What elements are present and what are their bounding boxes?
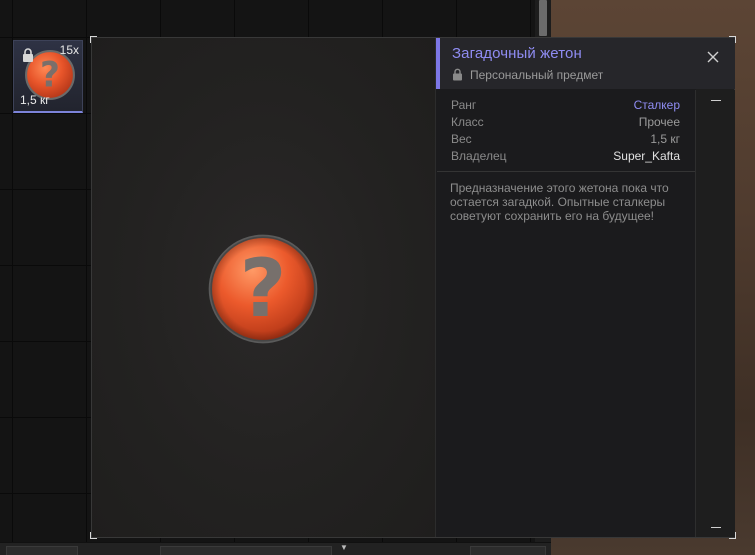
item-details-panel: Загадочный жетон Персональный предмет Ра… <box>435 38 735 537</box>
stat-row-class: Класс Прочее <box>448 115 686 132</box>
item-stats: Ранг Сталкер Класс Прочее Вес 1,5 кг Вла… <box>448 98 686 166</box>
stat-label: Владелец <box>451 149 507 163</box>
dropdown-arrow-icon[interactable]: ▼ <box>340 544 348 552</box>
bottom-tab[interactable] <box>160 546 332 555</box>
item-info-dialog: ? Загадочный жетон Персональный предмет … <box>90 36 736 539</box>
details-scrollbar[interactable] <box>695 90 735 537</box>
stat-label: Ранг <box>451 98 477 112</box>
stat-label: Класс <box>451 115 484 129</box>
stat-row-owner: Владелец Super_Kafta <box>448 149 686 166</box>
slot-weight: 1,5 кг <box>20 93 50 107</box>
item-header: Загадочный жетон Персональный предмет <box>436 38 735 89</box>
lock-icon <box>453 68 462 81</box>
close-icon[interactable] <box>706 50 720 64</box>
item-title: Загадочный жетон <box>452 45 582 62</box>
inventory-slot-mystery-token[interactable]: ? 15x 1,5 кг <box>13 40 83 113</box>
item-description: Предназначение этого жетона пока что ост… <box>450 181 669 223</box>
stat-row-weight: Вес 1,5 кг <box>448 132 686 149</box>
bottom-toolbar <box>0 542 551 555</box>
inventory-scrollbar-thumb[interactable] <box>539 0 547 36</box>
stat-value: Прочее <box>638 115 680 129</box>
stat-row-rank: Ранг Сталкер <box>448 98 686 115</box>
item-preview: ? <box>92 38 435 537</box>
stat-value: Сталкер <box>633 98 680 112</box>
mystery-token-icon: ? <box>208 234 318 344</box>
svg-text:?: ? <box>40 55 60 95</box>
bottom-tab[interactable] <box>470 546 546 555</box>
lock-icon <box>23 48 33 62</box>
scroll-down-button[interactable] <box>711 527 721 528</box>
scroll-up-button[interactable] <box>711 100 721 101</box>
divider <box>437 171 696 172</box>
stat-label: Вес <box>451 132 472 146</box>
bottom-tab[interactable] <box>6 546 78 555</box>
stack-count: 15x <box>59 43 79 57</box>
item-subtitle: Персональный предмет <box>470 68 604 82</box>
stat-value: Super_Kafta <box>613 149 680 163</box>
game-screen: ▼ ? 15x 1,5 кг ? Загадочный жетон Персон… <box>0 0 755 555</box>
stat-value: 1,5 кг <box>650 132 680 146</box>
svg-text:?: ? <box>240 242 287 336</box>
